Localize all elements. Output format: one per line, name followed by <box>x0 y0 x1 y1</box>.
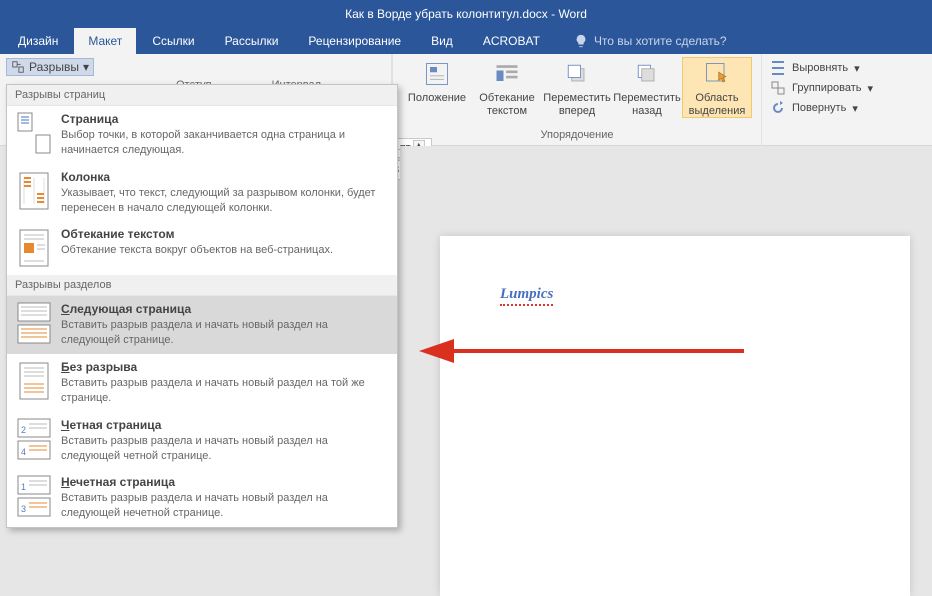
break-page-desc: Выбор точки, в которой заканчивается одн… <box>61 128 387 158</box>
break-even-title: Четная страница <box>61 418 387 432</box>
break-continuous-icon <box>17 360 51 402</box>
break-textwrap-title: Обтекание текстом <box>61 227 387 241</box>
break-textwrap-icon <box>17 227 51 269</box>
group-label-text: Группировать <box>792 82 862 94</box>
svg-text:2: 2 <box>21 425 26 435</box>
break-even-desc: Вставить разрыв раздела и начать новый р… <box>61 434 387 464</box>
breaks-button[interactable]: Разрывы ▾ <box>6 58 94 76</box>
align-label: Выровнять <box>792 62 848 74</box>
svg-text:4: 4 <box>21 447 26 457</box>
lightbulb-icon <box>574 34 588 48</box>
group-button[interactable]: Группировать ▾ <box>770 80 873 96</box>
rotate-button[interactable]: Повернуть ▾ <box>770 100 873 116</box>
align-group: Выровнять ▾ Группировать ▾ Повернуть ▾ <box>762 54 881 145</box>
break-next-page-icon <box>17 302 51 344</box>
tell-me[interactable]: Что вы хотите сделать? <box>574 28 727 54</box>
break-page-item[interactable]: Страница Выбор точки, в которой заканчива… <box>7 106 397 164</box>
break-continuous-desc: Вставить разрыв раздела и начать новый р… <box>61 376 387 406</box>
tab-design[interactable]: Дизайн <box>4 28 72 54</box>
breaks-pages-header: Разрывы страниц <box>7 85 397 106</box>
breaks-sections-header: Разрывы разделов <box>7 275 397 296</box>
break-column-title: Колонка <box>61 170 387 184</box>
tutorial-arrow <box>414 336 744 366</box>
selection-pane-button[interactable]: Область выделения <box>683 58 751 117</box>
group-icon <box>770 80 786 96</box>
wrap-text-icon <box>491 58 523 90</box>
break-even-page-icon: 24 <box>17 418 51 460</box>
tab-mailings[interactable]: Рассылки <box>211 28 293 54</box>
arrange-group: Положение Обтекание текстом Переместить … <box>393 54 761 145</box>
send-backward-icon <box>631 58 663 90</box>
chevron-down-icon: ▾ <box>852 102 858 115</box>
align-icon <box>770 60 786 76</box>
svg-text:1: 1 <box>21 482 26 492</box>
bring-forward-label: Переместить вперед <box>543 92 611 117</box>
tab-acrobat[interactable]: ACROBAT <box>469 28 554 54</box>
position-button[interactable]: Положение <box>403 58 471 117</box>
position-icon <box>421 58 453 90</box>
tab-view[interactable]: Вид <box>417 28 467 54</box>
break-odd-desc: Вставить разрыв раздела и начать новый р… <box>61 491 387 521</box>
svg-text:3: 3 <box>21 504 26 514</box>
break-column-item[interactable]: Колонка Указывает, что текст, следующий з… <box>7 164 397 222</box>
breaks-icon <box>11 60 25 74</box>
window-title: Как в Ворде убрать колонтитул.docx - Wor… <box>345 7 587 21</box>
bring-forward-icon <box>561 58 593 90</box>
rotate-icon <box>770 100 786 116</box>
break-next-page-desc: Вставить разрыв раздела и начать новый р… <box>61 318 387 348</box>
breaks-dropdown: Разрывы страниц Страница Выбор точки, в к… <box>6 84 398 528</box>
break-odd-page-icon: 13 <box>17 475 51 517</box>
send-backward-button[interactable]: Переместить назад <box>613 58 681 117</box>
break-odd-page-item[interactable]: 13 Нечетная страницаВставить разрыв разд… <box>7 469 397 527</box>
break-textwrap-item[interactable]: Обтекание текстом Обтекание текста вокруг… <box>7 221 397 275</box>
break-page-title: Страница <box>61 112 387 126</box>
document-text[interactable]: Lumpics <box>500 286 553 306</box>
position-label: Положение <box>408 92 466 105</box>
align-button[interactable]: Выровнять ▾ <box>770 60 873 76</box>
chevron-down-icon: ▾ <box>854 62 860 75</box>
title-bar: Как в Ворде убрать колонтитул.docx - Wor… <box>0 0 932 28</box>
page[interactable]: Lumpics <box>440 236 910 596</box>
tab-references[interactable]: Ссылки <box>138 28 208 54</box>
break-next-page-item[interactable]: Следующая страница Вставить разрыв раздел… <box>7 296 397 354</box>
breaks-label: Разрывы <box>29 60 79 74</box>
break-page-icon <box>17 112 51 154</box>
break-odd-title: Нечетная страница <box>61 475 387 489</box>
ribbon-tabs: Дизайн Макет Ссылки Рассылки Рецензирова… <box>0 28 932 54</box>
tell-me-label: Что вы хотите сделать? <box>594 34 727 48</box>
wrap-text-button[interactable]: Обтекание текстом <box>473 58 541 117</box>
chevron-down-icon: ▾ <box>868 82 874 95</box>
tab-review[interactable]: Рецензирование <box>294 28 415 54</box>
break-continuous-item[interactable]: Без разрыва Вставить разрыв раздела и нач… <box>7 354 397 412</box>
break-continuous-title: Без разрыва <box>61 360 387 374</box>
selection-pane-icon <box>701 58 733 90</box>
break-textwrap-desc: Обтекание текста вокруг объектов на веб-… <box>61 243 387 258</box>
send-backward-label: Переместить назад <box>613 92 681 117</box>
rotate-label: Повернуть <box>792 102 846 114</box>
break-column-desc: Указывает, что текст, следующий за разры… <box>61 186 387 216</box>
chevron-down-icon: ▾ <box>83 60 89 74</box>
arrange-group-label: Упорядочение <box>541 127 614 145</box>
break-next-page-title: Следующая страница <box>61 302 387 316</box>
tab-layout[interactable]: Макет <box>74 28 136 54</box>
bring-forward-button[interactable]: Переместить вперед <box>543 58 611 117</box>
wrap-text-label: Обтекание текстом <box>473 92 541 117</box>
break-even-page-item[interactable]: 24 Четная страницаВставить разрыв раздел… <box>7 412 397 470</box>
selection-pane-label: Область выделения <box>683 92 751 117</box>
break-column-icon <box>17 170 51 212</box>
